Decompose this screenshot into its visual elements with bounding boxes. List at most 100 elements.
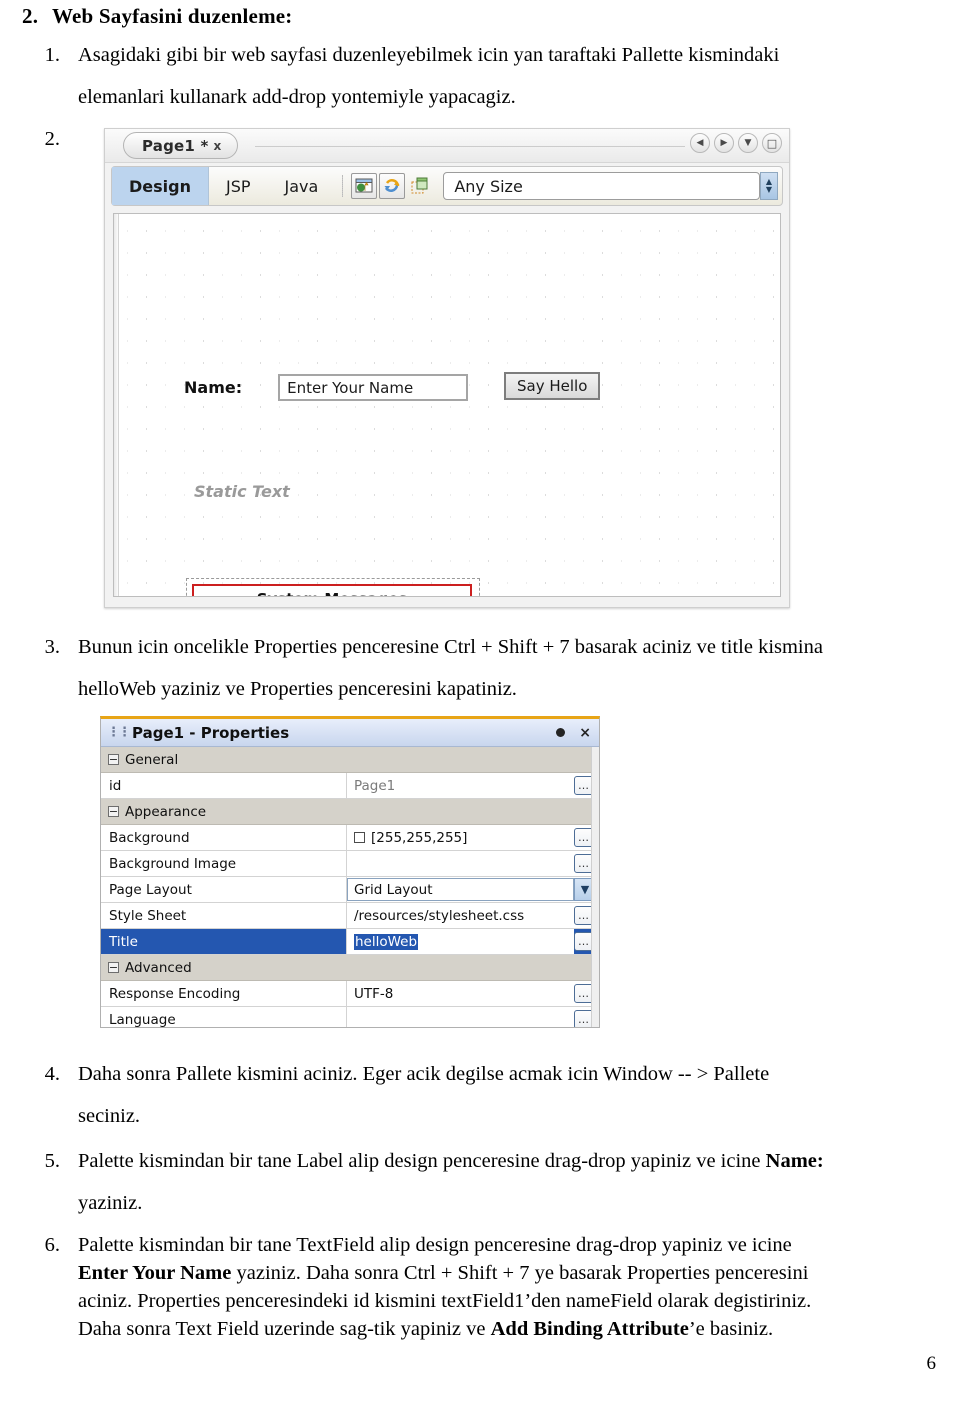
- properties-title-label: Page1 - Properties: [132, 723, 290, 742]
- property-value-response-encoding[interactable]: UTF-8: [347, 981, 574, 1006]
- tab-strip-divider: [255, 146, 685, 147]
- property-value-style-sheet-text: /resources/stylesheet.css: [354, 907, 525, 924]
- refresh-icon[interactable]: [379, 173, 406, 199]
- property-value-background-text: [255,255,255]: [371, 829, 468, 846]
- property-value-id-text: Page1: [354, 777, 396, 794]
- tab-java[interactable]: Java: [268, 167, 336, 205]
- list-item-5-line2: yaziniz.: [78, 1192, 143, 1214]
- list-item-3-line1: Bunun icin oncelikle Properties penceres…: [78, 636, 823, 658]
- list-item-6-bold-1: Enter Your Name: [78, 1262, 232, 1284]
- layout-icon[interactable]: [407, 173, 433, 199]
- property-group-advanced-label: Advanced: [125, 959, 192, 976]
- table-row-selected[interactable]: Title helloWeb …: [101, 929, 599, 955]
- list-item-6-line2-text: yaziniz. Daha sonra Ctrl + Shift + 7 ye …: [231, 1262, 809, 1284]
- property-group-general[interactable]: − General: [101, 747, 599, 773]
- table-row[interactable]: Background Image …: [101, 851, 599, 877]
- list-item-3-line2: helloWeb yaziniz ve Properties penceresi…: [78, 678, 517, 700]
- name-text-field[interactable]: Enter Your Name: [278, 374, 469, 401]
- heading-text: Web Sayfasini duzenleme:: [52, 4, 293, 28]
- close-icon[interactable]: ×: [579, 725, 591, 741]
- property-value-title-text: helloWeb: [354, 933, 419, 950]
- list-number-6: 6.: [44, 1234, 60, 1256]
- maximize-button[interactable]: □: [762, 133, 782, 153]
- property-group-appearance[interactable]: − Appearance: [101, 799, 599, 825]
- system-messages-header: System Messages: [200, 590, 464, 596]
- collapse-icon[interactable]: −: [108, 962, 119, 973]
- window-controls: ◀ ▶ ▼ □: [690, 133, 782, 153]
- property-group-appearance-label: Appearance: [125, 803, 207, 820]
- list-item-6-line4-text-a: Daha sonra Text Field uzerinde sag-tik y…: [78, 1318, 491, 1340]
- panel-scroll-gutter[interactable]: [591, 747, 599, 1027]
- property-label-id: id: [101, 773, 347, 798]
- property-label-page-layout: Page Layout: [101, 877, 347, 902]
- ide-design-window: Page1 * x ◀ ▶ ▼ □ Design JSP Java Any Si…: [104, 128, 790, 608]
- list-item-3: 3. Bunun icin oncelikle Properties pence…: [22, 626, 942, 710]
- page-size-stepper[interactable]: ▲ ▼: [760, 172, 778, 200]
- page-title: 2. Web Sayfasini duzenleme:: [22, 4, 292, 29]
- property-label-language: Language: [101, 1007, 347, 1027]
- property-value-background-image[interactable]: [347, 851, 574, 876]
- property-label-response-encoding: Response Encoding: [101, 981, 347, 1006]
- property-value-title[interactable]: helloWeb: [347, 929, 574, 954]
- list-number-3: 3.: [44, 636, 60, 658]
- list-item-6-line2: Enter Your Name yaziniz. Daha sonra Ctrl…: [78, 1259, 960, 1287]
- dropdown-button[interactable]: ▼: [738, 133, 758, 153]
- table-row[interactable]: Style Sheet /resources/stylesheet.css …: [101, 903, 599, 929]
- page-size-value: Any Size: [454, 176, 523, 196]
- tab-jsp[interactable]: JSP: [209, 167, 268, 205]
- table-row[interactable]: Response Encoding UTF-8 …: [101, 981, 599, 1007]
- nav-back-button[interactable]: ◀: [690, 133, 710, 153]
- property-group-advanced[interactable]: − Advanced: [101, 955, 599, 981]
- list-item-5-text: Palette kismindan bir tane Label alip de…: [78, 1150, 766, 1172]
- list-item-1: 1. Asagidaki gibi bir web sayfasi duzenl…: [22, 34, 932, 118]
- property-value-language[interactable]: [347, 1007, 574, 1027]
- close-icon[interactable]: x: [214, 139, 222, 153]
- list-number-1: 1.: [44, 44, 60, 66]
- table-row[interactable]: Background [255,255,255] …: [101, 825, 599, 851]
- property-label-style-sheet: Style Sheet: [101, 903, 347, 928]
- list-item-6-line4: Daha sonra Text Field uzerinde sag-tik y…: [78, 1315, 960, 1343]
- color-swatch-icon: [354, 832, 365, 843]
- list-item-6-line1: Palette kismindan bir tane TextField ali…: [78, 1234, 792, 1256]
- property-value-page-layout-text: Grid Layout: [347, 878, 574, 901]
- properties-panel: ⋮⋮ Page1 - Properties × − General id Pag…: [100, 716, 600, 1028]
- table-row[interactable]: Page Layout Grid Layout ▼: [101, 877, 599, 903]
- ide-toolbar: Design JSP Java Any Size ▲ ▼: [111, 166, 783, 206]
- property-value-page-layout[interactable]: Grid Layout: [347, 877, 574, 902]
- tab-design[interactable]: Design: [112, 167, 209, 205]
- drag-handle-icon[interactable]: ⋮⋮: [107, 725, 131, 740]
- list-number-5: 5.: [44, 1150, 60, 1172]
- property-value-id[interactable]: Page1: [347, 773, 574, 798]
- list-item-4-line1: Daha sonra Pallete kismini aciniz. Eger …: [78, 1063, 770, 1085]
- list-item-6: 6. Palette kismindan bir tane TextField …: [22, 1231, 960, 1343]
- system-messages-component[interactable]: System Messages List of all message summ…: [192, 584, 472, 596]
- pin-icon[interactable]: [556, 728, 566, 737]
- table-row[interactable]: id Page1 …: [101, 773, 599, 799]
- list-number-4: 4.: [44, 1063, 60, 1085]
- property-value-background[interactable]: [255,255,255]: [347, 825, 574, 850]
- say-hello-button[interactable]: Say Hello: [504, 372, 601, 400]
- list-item-5-line1: Palette kismindan bir tane Label alip de…: [78, 1140, 960, 1182]
- editor-tab-page1[interactable]: Page1 * x: [123, 132, 239, 159]
- property-value-style-sheet[interactable]: /resources/stylesheet.css: [347, 903, 574, 928]
- list-item-1-line1: Asagidaki gibi bir web sayfasi duzenleye…: [78, 44, 780, 66]
- page-number: 6: [926, 1353, 937, 1374]
- list-item-6-line4-text-b: ’e basiniz.: [688, 1318, 774, 1340]
- heading-number: 2.: [22, 4, 39, 28]
- nav-forward-button[interactable]: ▶: [714, 133, 734, 153]
- collapse-icon[interactable]: −: [108, 754, 119, 765]
- list-item-4-line2: seciniz.: [78, 1105, 141, 1127]
- collapse-icon[interactable]: −: [108, 806, 119, 817]
- property-label-title: Title: [101, 929, 347, 954]
- page-size-selector[interactable]: Any Size: [443, 172, 760, 200]
- preview-in-browser-icon[interactable]: [351, 173, 378, 199]
- table-row[interactable]: Language …: [101, 1007, 599, 1027]
- property-label-background-image: Background Image: [101, 851, 347, 876]
- properties-title-bar: ⋮⋮ Page1 - Properties ×: [101, 719, 599, 747]
- static-text-component[interactable]: Static Text: [194, 482, 290, 501]
- name-label: Name:: [184, 378, 243, 397]
- design-canvas[interactable]: Name: Enter Your Name Say Hello Static T…: [113, 213, 781, 597]
- canvas-left-margin: [114, 214, 119, 596]
- list-item-1-line2: elemanlari kullanark add-drop yontemiyle…: [78, 86, 516, 108]
- property-label-background: Background: [101, 825, 347, 850]
